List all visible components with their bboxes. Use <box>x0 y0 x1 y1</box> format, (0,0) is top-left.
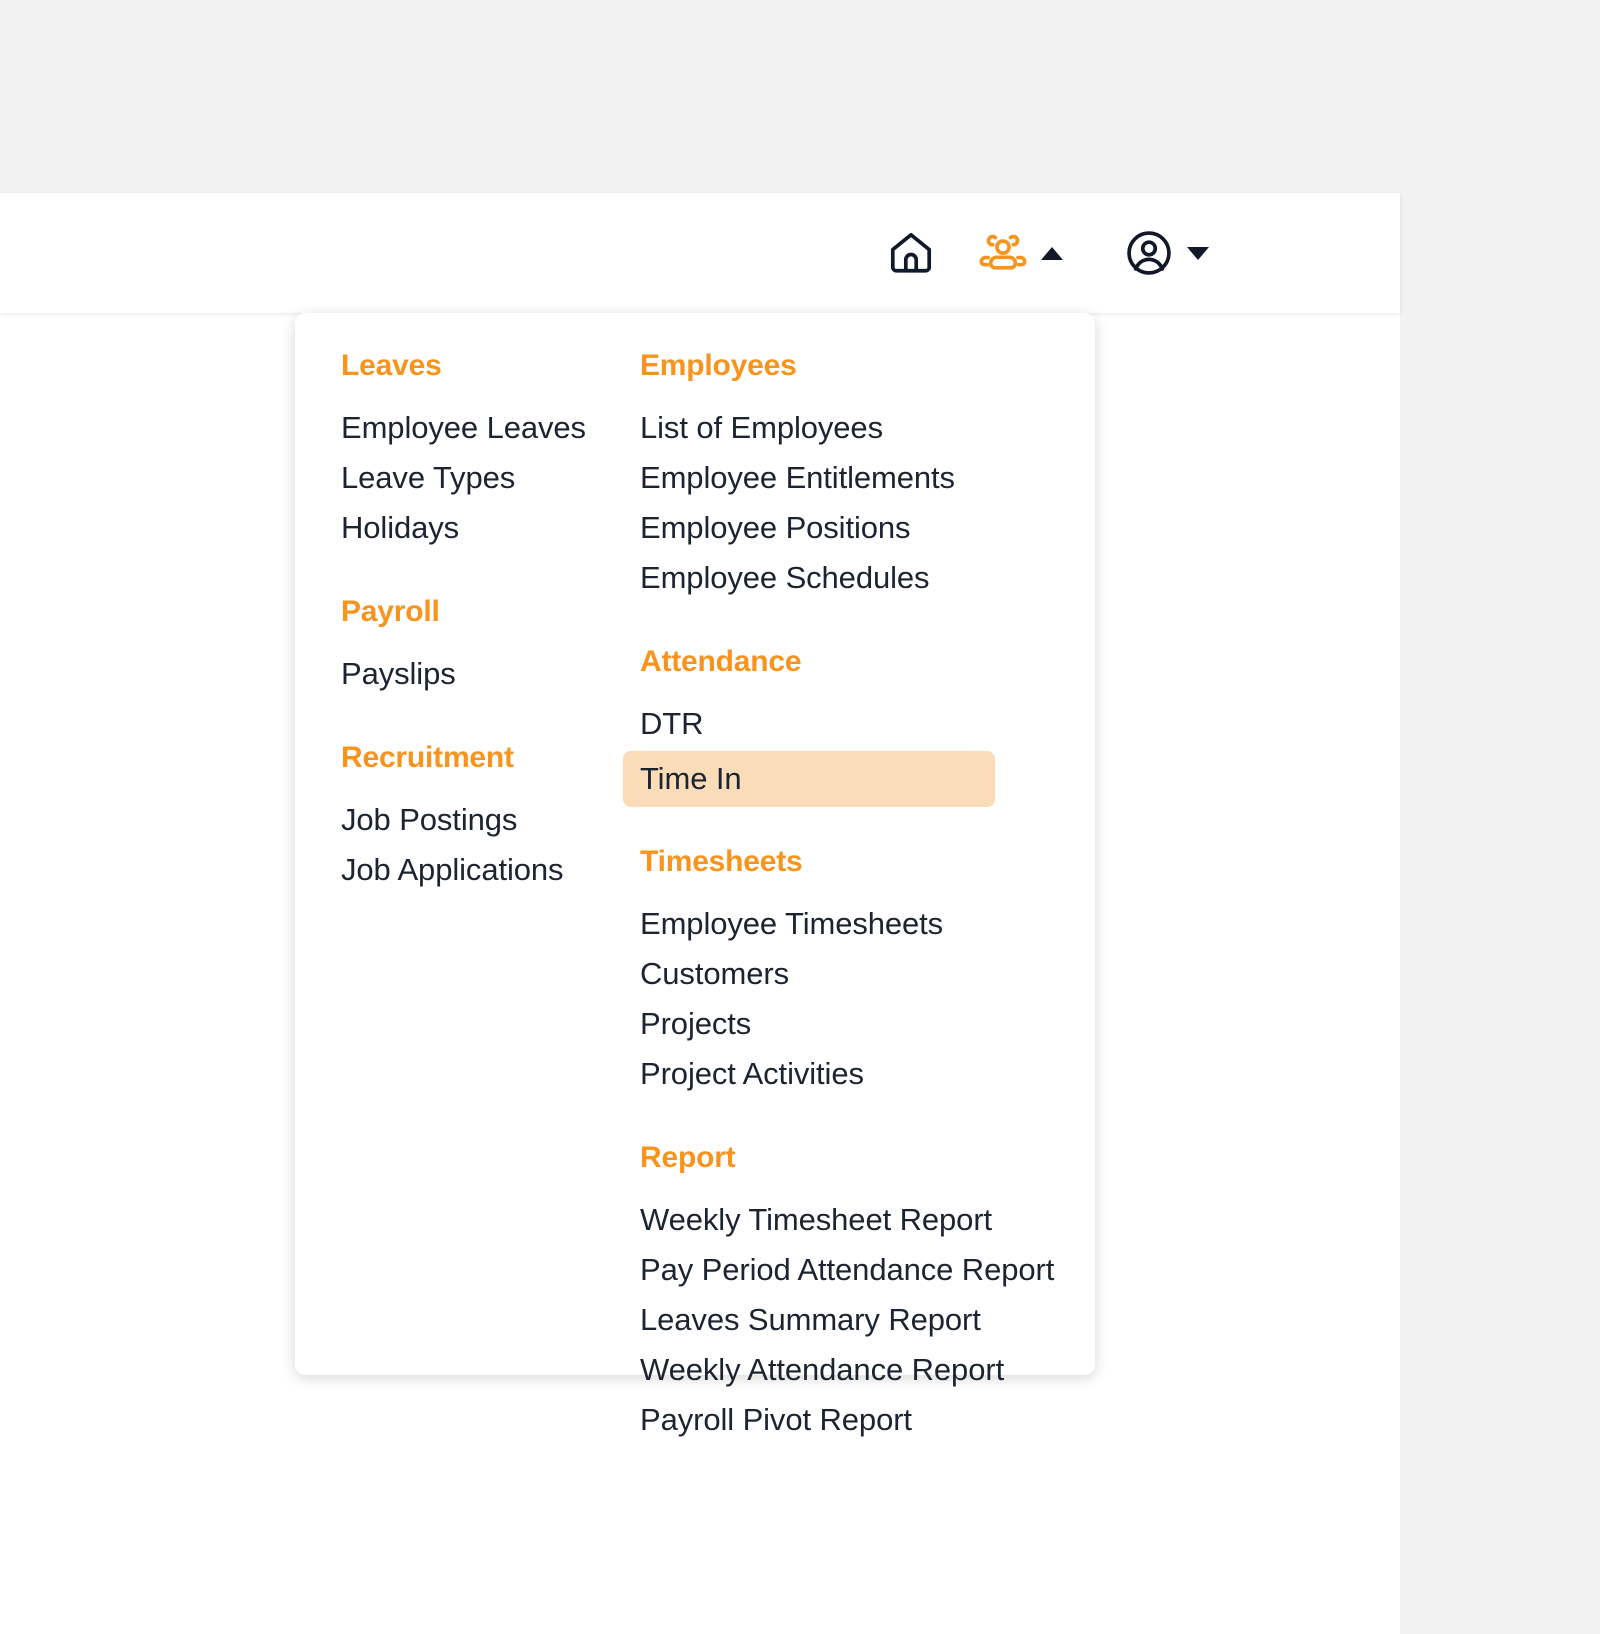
menu-group-heading: Recruitment <box>341 741 514 774</box>
caret-down-icon[interactable] <box>1181 223 1215 283</box>
menu-group-heading: Leaves <box>341 349 442 382</box>
menu-group-heading: Employees <box>640 349 797 382</box>
menu-column-left: Leaves Employee Leaves Leave Types Holidays… <box>295 351 595 1375</box>
menu-item-employee-positions[interactable]: Employee Positions <box>640 503 1095 553</box>
employees-mega-menu-dropdown: Leaves Employee Leaves Leave Types Holidays… <box>295 313 1095 1437</box>
menu-group-attendance: Attendance DTR Time In <box>623 645 1095 807</box>
menu-item-pay-period-attendance-report[interactable]: Pay Period Attendance Report <box>640 1245 1095 1295</box>
menu-item-employee-timesheets[interactable]: Employee Timesheets <box>640 899 1095 949</box>
menu-group-recruitment: Recruitment Job Postings Job Applications <box>341 743 595 895</box>
menu-item-projects[interactable]: Projects <box>640 999 1095 1049</box>
menu-group-heading: Timesheets <box>640 845 803 878</box>
menu-item-payroll-pivot-report[interactable]: Payroll Pivot Report <box>640 1395 1095 1445</box>
menu-item-job-applications[interactable]: Job Applications <box>341 845 595 895</box>
menu-item-project-activities[interactable]: Project Activities <box>640 1049 1095 1099</box>
menu-group-heading: Payroll <box>341 595 440 628</box>
menu-item-job-postings[interactable]: Job Postings <box>341 795 595 845</box>
menu-item-leaves-summary-report[interactable]: Leaves Summary Report <box>640 1295 1095 1345</box>
top-navigation-bar <box>0 193 1400 313</box>
menu-group-payroll: Payroll Payslips <box>341 597 595 699</box>
caret-down-glyph <box>1187 246 1209 260</box>
people-group-icon[interactable] <box>973 223 1033 283</box>
home-icon[interactable] <box>881 223 941 283</box>
app-window: Leaves Employee Leaves Leave Types Holidays… <box>0 193 1400 1634</box>
menu-item-time-in[interactable]: Time In <box>623 751 995 807</box>
menu-group-leaves: Leaves Employee Leaves Leave Types Holidays <box>341 351 595 553</box>
menu-item-employee-entitlements[interactable]: Employee Entitlements <box>640 453 1095 503</box>
menu-column-right: Employees List of Employees Employee Entit… <box>595 351 1095 1437</box>
menu-item-holidays[interactable]: Holidays <box>341 503 595 553</box>
menu-item-employee-leaves[interactable]: Employee Leaves <box>341 403 595 453</box>
menu-group-employees: Employees List of Employees Employee Entit… <box>640 351 1095 603</box>
menu-group-heading: Report <box>640 1141 736 1174</box>
menu-item-leave-types[interactable]: Leave Types <box>341 453 595 503</box>
menu-group-heading: Attendance <box>640 645 802 678</box>
menu-item-list-of-employees[interactable]: List of Employees <box>640 403 1095 453</box>
user-circle-icon[interactable] <box>1119 223 1179 283</box>
top-bar-actions <box>881 193 1215 313</box>
menu-item-weekly-timesheet-report[interactable]: Weekly Timesheet Report <box>640 1195 1095 1245</box>
caret-up-icon[interactable] <box>1035 223 1069 283</box>
menu-group-timesheets: Timesheets Employee Timesheets Customers Pr… <box>640 847 1095 1099</box>
menu-item-payslips[interactable]: Payslips <box>341 649 595 699</box>
menu-item-customers[interactable]: Customers <box>640 949 1095 999</box>
menu-item-weekly-attendance-report[interactable]: Weekly Attendance Report <box>640 1345 1095 1395</box>
menu-group-report: Report Weekly Timesheet Report Pay Period … <box>640 1143 1095 1445</box>
caret-up-glyph <box>1041 246 1063 260</box>
menu-item-dtr[interactable]: DTR <box>640 699 1095 749</box>
menu-item-employee-schedules[interactable]: Employee Schedules <box>640 553 1095 603</box>
